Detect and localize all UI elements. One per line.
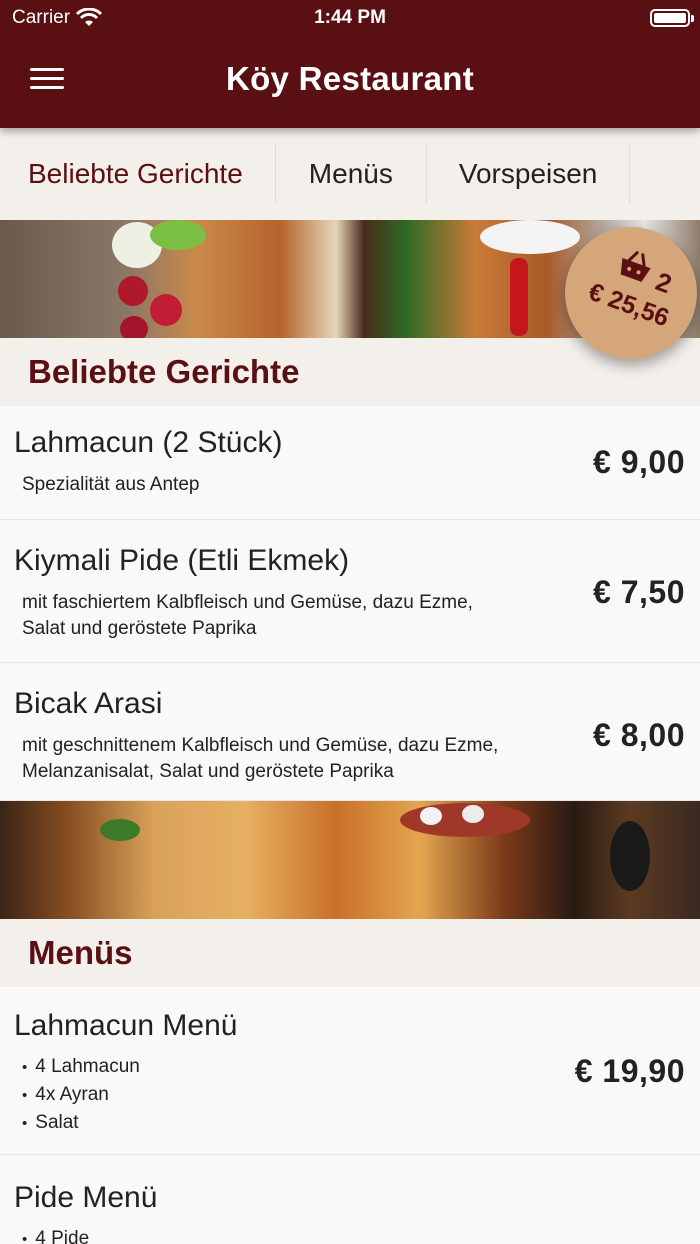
dish-bullet-list: 4 Lahmacun 4x Ayran Salat	[22, 1053, 140, 1137]
dish-row-bicak-arasi[interactable]: Bicak Arasi mit geschnittenem Kalbfleisc…	[0, 663, 700, 801]
dish-name: Lahmacun (2 Stück)	[14, 426, 283, 459]
list-item: 4 Pide	[22, 1225, 89, 1244]
cart-item-count: 2	[651, 266, 676, 300]
dish-price: € 7,50	[593, 574, 685, 610]
list-item: 4 Lahmacun	[22, 1053, 140, 1081]
tab-menus[interactable]: Menüs	[276, 144, 427, 204]
basket-icon	[620, 251, 651, 282]
dish-name: Lahmacun Menü	[14, 1009, 238, 1042]
tab-beliebte-gerichte[interactable]: Beliebte Gerichte	[0, 144, 276, 204]
section-title: Beliebte Gerichte	[28, 353, 300, 390]
dish-price: € 9,00	[593, 444, 685, 480]
section-banner-image	[0, 801, 700, 919]
status-time: 1:44 PM	[314, 7, 386, 28]
dish-price: € 19,90	[574, 1053, 685, 1089]
dish-row-kiymali-pide[interactable]: Kiymali Pide (Etli Ekmek) mit faschierte…	[0, 520, 700, 663]
navigation-bar: Carrier 1:44 PM Köy Restaurant	[0, 0, 700, 128]
dish-name: Pide Menü	[14, 1181, 158, 1214]
dish-description: mit geschnittenem Kalbfleisch und Gemüse…	[22, 735, 499, 782]
dish-name: Bicak Arasi	[14, 687, 163, 720]
tab-vorspeisen[interactable]: Vorspeisen	[427, 144, 631, 204]
dish-row-pide-menu[interactable]: Pide Menü 4 Pide	[0, 1155, 700, 1244]
dish-row-lahmacun[interactable]: Lahmacun (2 Stück) Spezialität aus Antep…	[0, 406, 700, 520]
battery-icon	[650, 9, 694, 27]
dish-description: Spezialität aus Antep	[22, 474, 200, 495]
dish-name: Kiymali Pide (Etli Ekmek)	[14, 544, 350, 577]
dish-bullet-list: 4 Pide	[22, 1225, 89, 1244]
dish-description: mit faschiertem Kalbfleisch und Gemüse, …	[22, 592, 473, 639]
dish-row-lahmacun-menu[interactable]: Lahmacun Menü 4 Lahmacun 4x Ayran Salat …	[0, 987, 700, 1155]
section-header-menus: Menüs	[0, 919, 700, 987]
cart-button[interactable]: 2 € 25,56	[565, 227, 697, 359]
category-tabs: Beliebte Gerichte Menüs Vorspeisen	[0, 128, 700, 220]
section-title: Menüs	[28, 934, 133, 971]
dish-price: € 8,00	[593, 717, 685, 753]
status-bar: Carrier 1:44 PM	[0, 0, 700, 36]
page-title: Köy Restaurant	[225, 60, 475, 97]
list-item: Salat	[22, 1109, 140, 1137]
list-item: 4x Ayran	[22, 1081, 140, 1109]
